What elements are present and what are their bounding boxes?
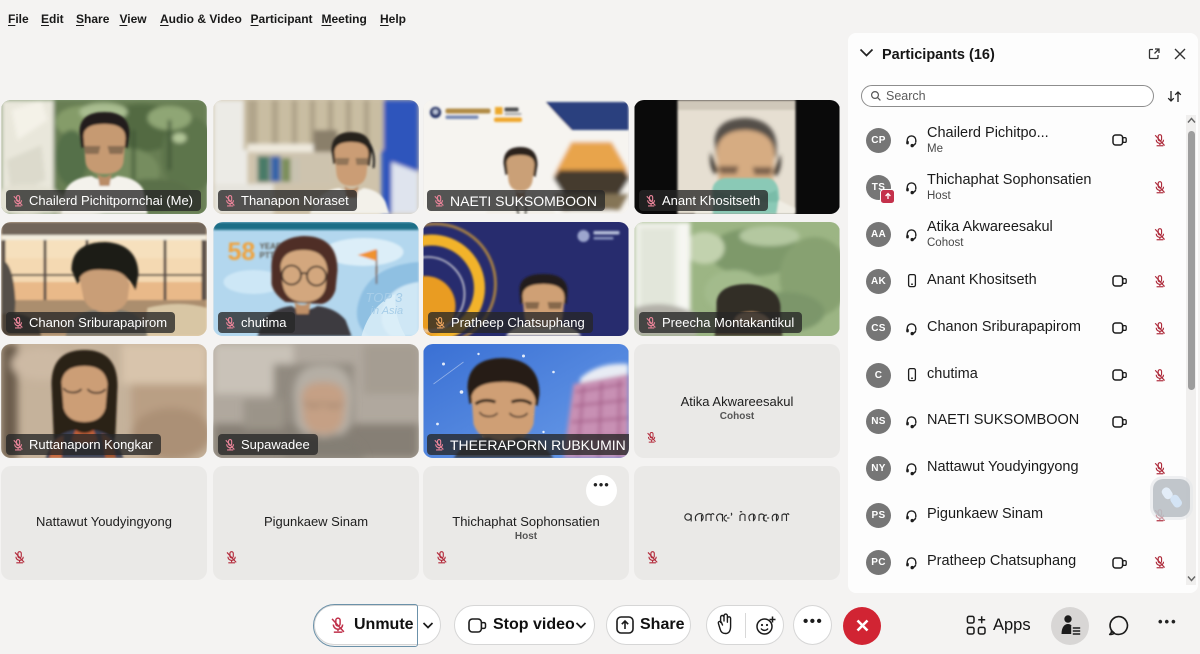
svg-text:58: 58 [228,238,256,266]
svg-text:TOP 3: TOP 3 [366,290,404,305]
svg-text:in Asia: in Asia [371,305,404,317]
